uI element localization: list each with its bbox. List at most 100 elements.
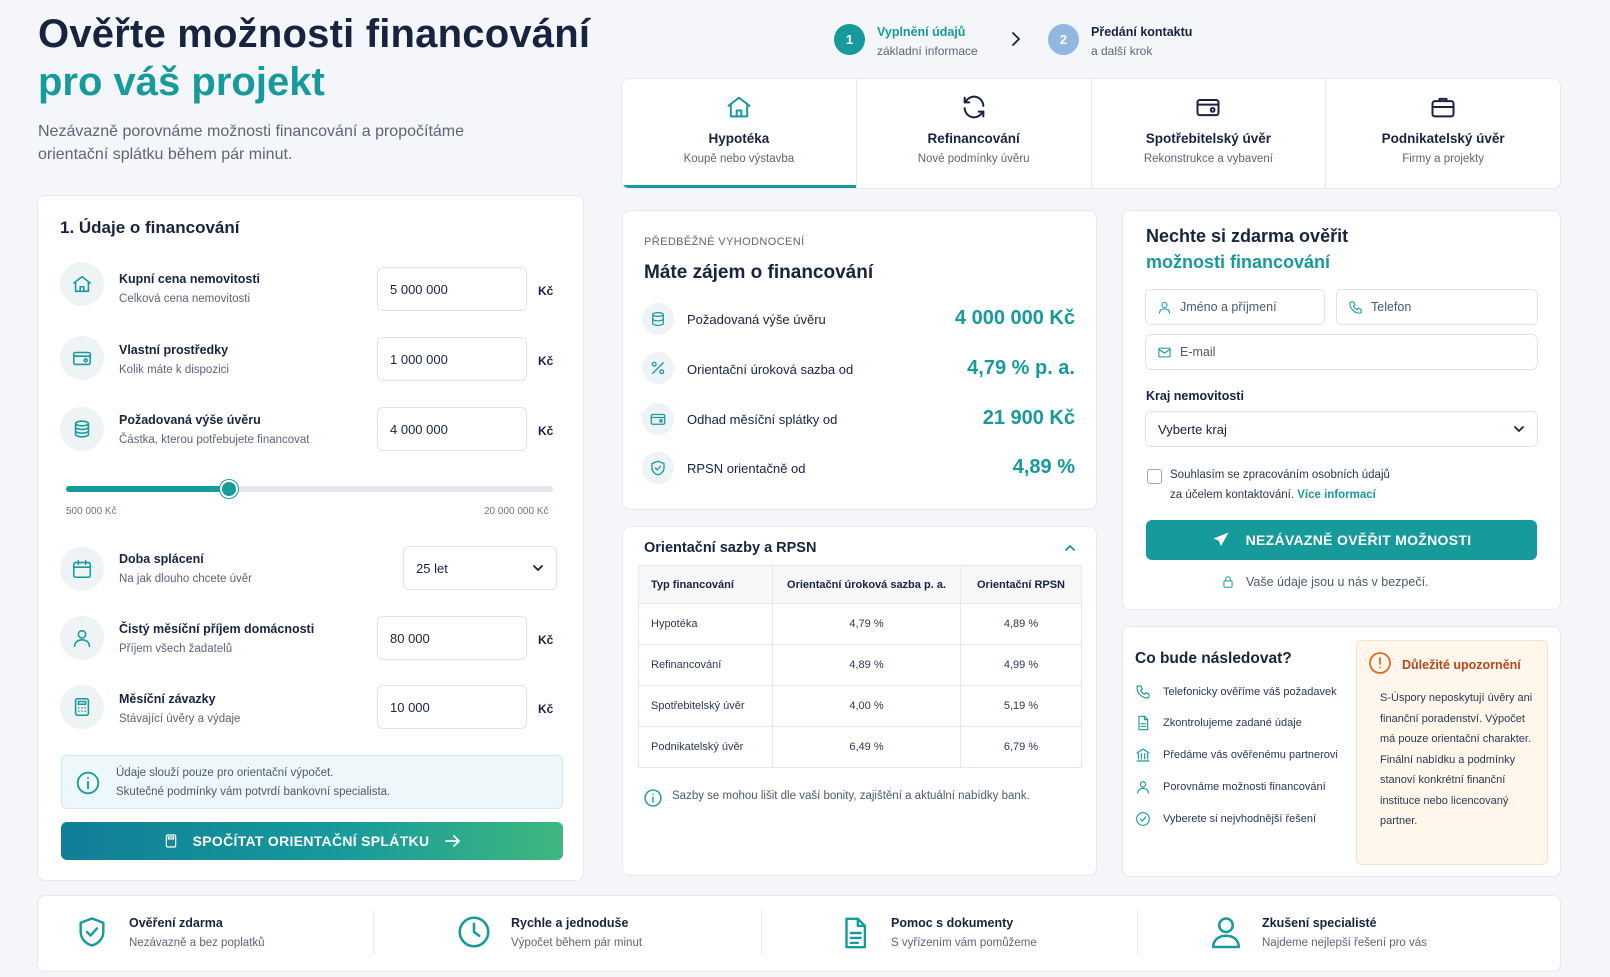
more-info-link[interactable]: Více informací: [1297, 489, 1376, 501]
field-sub-loan-amount: Částka, kterou potřebujete financovat: [119, 434, 310, 446]
field-label-income: Čistý měsíční příjem domácnosti: [119, 622, 315, 636]
tab-spotrebitelsky-uver[interactable]: Spotřebitelský úvěr Rekonstrukce a vybav…: [1092, 79, 1327, 188]
tab-hypoteka[interactable]: Hypotéka Koupě nebo výstavba: [622, 79, 857, 188]
chevron-up-icon[interactable]: [1064, 544, 1076, 552]
loan-amount-input[interactable]: [377, 407, 527, 451]
document-icon: [838, 914, 872, 952]
table-row: Spotřebitelský úvěr 4,00 % 5,19 %: [638, 685, 1082, 727]
next-step-text: Zkontrolujeme zadané údaje: [1163, 717, 1302, 729]
warning-text: S-Úspory neposkytují úvěry ani finanční …: [1380, 692, 1533, 827]
refresh-icon: [960, 93, 988, 121]
name-field[interactable]: [1145, 289, 1325, 325]
table-header: Orientační úroková sazba p. a.: [772, 565, 961, 604]
wallet-icon: [60, 336, 104, 380]
region-select-value: Vyberte kraj: [1158, 421, 1227, 437]
phone-field[interactable]: [1336, 289, 1538, 325]
table-cell: 4,79 %: [772, 603, 961, 645]
warning-icon: [1368, 651, 1392, 675]
divider: [761, 911, 762, 954]
house-icon: [60, 262, 104, 306]
table-header-row: Typ financování Orientační úroková sazba…: [638, 565, 1082, 604]
purchase-price-input[interactable]: [377, 267, 527, 311]
currency-label: Kč: [538, 424, 554, 438]
table-cell: 4,99 %: [960, 644, 1082, 686]
divider: [1137, 911, 1138, 954]
shield-icon: [642, 452, 674, 484]
evaluation-label: Orientační úroková sazba od: [687, 362, 854, 377]
coins-icon: [642, 303, 674, 335]
loan-amount-slider-fill: [66, 486, 229, 492]
feature-subtitle: S vyřízením vám pomůžeme: [891, 937, 1037, 949]
phone-input[interactable]: [1371, 290, 1531, 324]
email-field[interactable]: [1145, 334, 1538, 370]
tab-title: Refinancování: [927, 131, 1020, 146]
step-2-title: Předání kontaktu: [1091, 25, 1193, 39]
contact-title-line2: možnosti financování: [1146, 252, 1331, 272]
calculate-button[interactable]: SPOČÍTAT ORIENTAČNÍ SPLÁTKU: [61, 822, 563, 860]
clock-icon: [456, 914, 492, 950]
consent-line2: za účelem kontaktování.: [1170, 489, 1295, 501]
phone-icon: [1135, 684, 1151, 700]
tab-podnikatelsky-uver[interactable]: Podnikatelský úvěr Firmy a projekty: [1326, 79, 1560, 188]
wallet-icon: [1194, 93, 1222, 121]
field-label-term: Doba splácení: [119, 552, 204, 566]
person-icon: [1208, 914, 1244, 950]
tab-subtitle: Rekonstrukce a vybavení: [1143, 153, 1273, 165]
tab-title: Podnikatelský úvěr: [1381, 131, 1505, 146]
field-label-obligations: Měsíční závazky: [119, 692, 216, 706]
feature-title: Rychle a jednoduše: [511, 916, 629, 930]
bank-icon: [1135, 747, 1151, 763]
person-icon: [60, 616, 104, 660]
chevron-down-icon: [532, 564, 544, 572]
slider-max-label: 20 000 000 Kč: [484, 506, 549, 517]
evaluation-value-rpsn: 4,89 %: [1012, 456, 1075, 478]
envelope-icon: [1157, 345, 1172, 360]
step-1-number: 1: [834, 24, 865, 55]
field-sub-own-funds: Kolik máte k dispozici: [119, 364, 229, 376]
page-title-line2: pro váš projekt: [38, 60, 325, 104]
contact-title-line1: Nechte si zdarma ověřit: [1146, 226, 1349, 246]
intro-text: Nezávazně porovnáme možnosti financování…: [38, 123, 465, 163]
currency-label: Kč: [538, 354, 554, 368]
currency-label: Kč: [538, 633, 554, 647]
evaluation-label: Požadovaná výše úvěru: [687, 312, 826, 327]
table-cell: 4,00 %: [772, 685, 961, 727]
loan-amount-slider-thumb[interactable]: [220, 480, 238, 498]
email-input[interactable]: [1180, 335, 1493, 369]
consent-line1: Souhlasím se zpracováním osobních údajů: [1170, 469, 1390, 481]
calculator-icon: [60, 685, 104, 729]
feature-subtitle: Nezávazně a bez poplatků: [129, 937, 265, 949]
consent-checkbox[interactable]: [1147, 469, 1162, 484]
name-input[interactable]: [1180, 290, 1323, 324]
table-cell: Spotřebitelský úvěr: [638, 685, 773, 727]
wallet-icon: [642, 403, 674, 435]
tab-subtitle: Nové podmínky úvěru: [917, 153, 1030, 165]
evaluation-value-payment: 21 900 Kč: [982, 407, 1075, 429]
own-funds-input[interactable]: [377, 337, 527, 381]
step-1-subtitle: základní informace: [877, 44, 978, 58]
field-label-loan-amount: Požadovaná výše úvěru: [119, 413, 261, 427]
rates-note: Sazby se mohou lišit dle vaší bonity, za…: [672, 790, 1030, 802]
feature-title: Pomoc s dokumenty: [891, 916, 1014, 930]
income-input[interactable]: [377, 616, 527, 660]
step-2-number: 2: [1048, 24, 1079, 55]
tab-title: Hypotéka: [708, 131, 770, 146]
next-step-text: Telefonicky ověříme váš požadavek: [1163, 686, 1337, 698]
verify-button[interactable]: NEZÁVAZNĚ OVĚŘIT MOŽNOSTI: [1146, 520, 1537, 560]
table-cell: 6,79 %: [960, 726, 1082, 768]
page-title-line1: Ověřte možnosti financování: [38, 12, 591, 56]
warning-title: Důležité upozornění: [1402, 658, 1521, 672]
tab-subtitle: Firmy a projekty: [1402, 153, 1485, 165]
briefcase-icon: [1429, 93, 1457, 121]
field-label-purchase-price: Kupní cena nemovitosti: [119, 272, 260, 286]
currency-label: Kč: [538, 702, 554, 716]
table-cell: Hypotéka: [638, 603, 773, 645]
tab-refinancovani[interactable]: Refinancování Nové podmínky úvěru: [857, 79, 1092, 188]
step-1-title: Vyplnění údajů: [877, 25, 966, 39]
region-select[interactable]: Vyberte kraj: [1145, 411, 1538, 447]
note-line1: Údaje slouží pouze pro orientační výpoče…: [116, 767, 334, 779]
field-sub-obligations: Stávající úvěry a výdaje: [119, 713, 241, 725]
term-select[interactable]: 25 let: [403, 546, 557, 590]
obligations-input[interactable]: [377, 685, 527, 729]
table-cell: 4,89 %: [772, 644, 961, 686]
